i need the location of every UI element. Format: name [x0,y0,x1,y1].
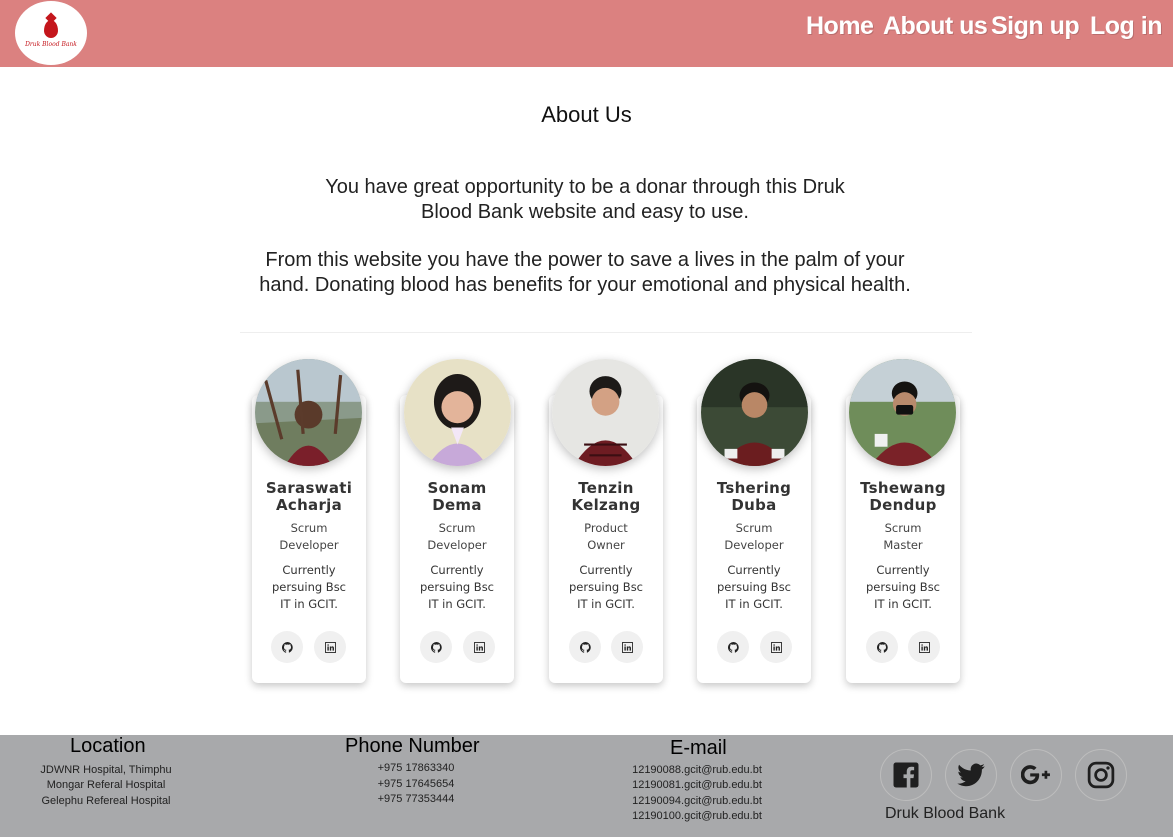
member-description: Currently persuing Bsc IT in GCIT. [271,563,347,611]
email-link[interactable]: 12190088.gcit@rub.edu.bt [626,763,768,779]
github-icon[interactable] [866,631,898,663]
member-name: Sonam Dema [427,479,487,514]
facebook-icon[interactable] [880,749,932,801]
section-divider [240,332,972,333]
github-icon[interactable] [717,631,749,663]
about-benefit-text: From this website you have the power to … [259,249,911,296]
member-description: Currently persuing Bsc IT in GCIT. [568,563,644,611]
member-name: Tenzin Kelzang [571,479,641,514]
location-heading: Location [70,735,146,757]
email-link[interactable]: 12190100.gcit@rub.edu.bt [626,809,768,825]
avatar [552,359,659,466]
member-role: Scrum Master [883,521,923,552]
member-description: Currently persuing Bsc IT in GCIT. [419,563,495,611]
member-name: Tshering Duba [716,479,792,514]
member-description: Currently persuing Bsc IT in GCIT. [716,563,792,611]
avatar [701,359,808,466]
location-line: JDWNR Hospital, Thimphu [40,764,172,776]
github-icon[interactable] [271,631,303,663]
page-title: About Us [541,102,632,127]
member-role: Product Owner [584,521,628,552]
linkedin-icon[interactable] [463,631,495,663]
linkedin-icon[interactable] [611,631,643,663]
member-name: Saraswati Acharja [265,479,353,514]
footer-brand-name: Druk Blood Bank [885,805,1006,822]
instagram-icon[interactable] [1075,749,1127,801]
member-role: Scrum Developer [427,521,487,552]
location-line: Gelephu Refereal Hospital [41,795,171,807]
phone-line: +975 77353444 [377,793,455,805]
member-role: Scrum Developer [279,521,339,552]
twitter-icon[interactable] [945,749,997,801]
phone-line: +975 17645654 [377,778,455,790]
member-name: Tshewang Dendup [860,479,946,514]
druk-blood-bank-logo[interactable]: Druk Blood Bank [15,1,87,65]
nav-home-link[interactable]: Home [806,12,874,41]
email-heading: E-mail [670,737,727,759]
linkedin-icon[interactable] [314,631,346,663]
location-line: Mongar Referal Hospital [46,779,166,791]
nav-signup-link[interactable]: Sign up [991,12,1080,41]
email-link[interactable]: 12190081.gcit@rub.edu.bt [626,778,768,794]
phone-line: +975 17863340 [377,762,455,774]
top-navbar: Druk Blood Bank Home About us Sign up Lo… [0,0,1173,67]
avatar [849,359,956,466]
linkedin-icon[interactable] [760,631,792,663]
phone-heading: Phone Number [345,735,480,757]
github-icon[interactable] [569,631,601,663]
logo-text: Druk Blood Bank [25,41,77,48]
avatar [255,359,362,466]
linkedin-icon[interactable] [908,631,940,663]
github-icon[interactable] [420,631,452,663]
avatar [404,359,511,466]
member-role: Scrum Developer [724,521,784,552]
member-description: Currently persuing Bsc IT in GCIT. [865,563,941,611]
blood-drop-icon [44,20,58,38]
nav-login-link[interactable]: Log in [1090,12,1162,41]
about-intro-text: You have great opportunity to be a donar… [325,176,845,223]
nav-about-link[interactable]: About us [883,12,988,41]
google-plus-icon[interactable] [1010,749,1062,801]
email-link[interactable]: 12190094.gcit@rub.edu.bt [626,794,768,810]
